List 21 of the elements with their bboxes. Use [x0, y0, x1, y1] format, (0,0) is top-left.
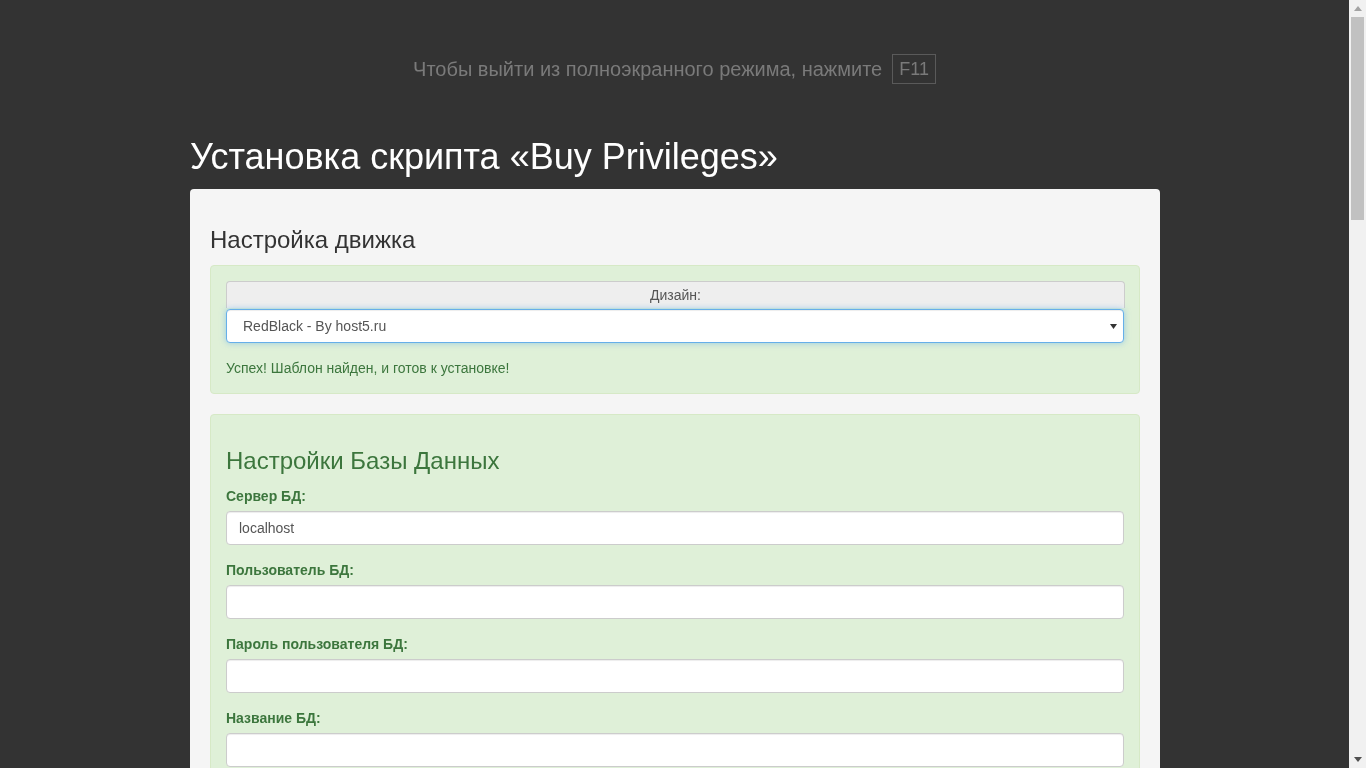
field-label: Пользователь БД: [226, 561, 354, 580]
scroll-down-icon[interactable] [1353, 757, 1362, 762]
input-field[interactable]: localhost [226, 511, 1124, 545]
field-label: Пароль пользователя БД: [226, 635, 408, 654]
input-field[interactable] [226, 659, 1124, 693]
field-label: Сервер БД: [226, 487, 306, 506]
fullscreen-notice: Чтобы выйти из полноэкранного режима, нажмите [413, 57, 883, 81]
page-title: Установка скрипта «Buy Privileges» [190, 137, 778, 177]
section-heading: Настройка движка [210, 227, 416, 253]
section-heading: Настройки Базы Данных [226, 448, 500, 474]
scrollbar[interactable] [1349, 0, 1366, 768]
caret-icon [1110, 323, 1117, 329]
success-message: Успех! Шаблон найден, и готов к установке! [226, 359, 510, 378]
design-label: Дизайн: [226, 281, 1125, 308]
design-select[interactable]: RedBlack - By host5.ru [226, 309, 1124, 343]
input-field[interactable] [226, 733, 1124, 767]
field-label: Название БД: [226, 709, 321, 728]
scrollbar-thumb[interactable] [1351, 17, 1364, 220]
scroll-up-icon[interactable] [1353, 6, 1362, 11]
key-hint: F11 [892, 54, 936, 84]
input-field[interactable] [226, 585, 1124, 619]
